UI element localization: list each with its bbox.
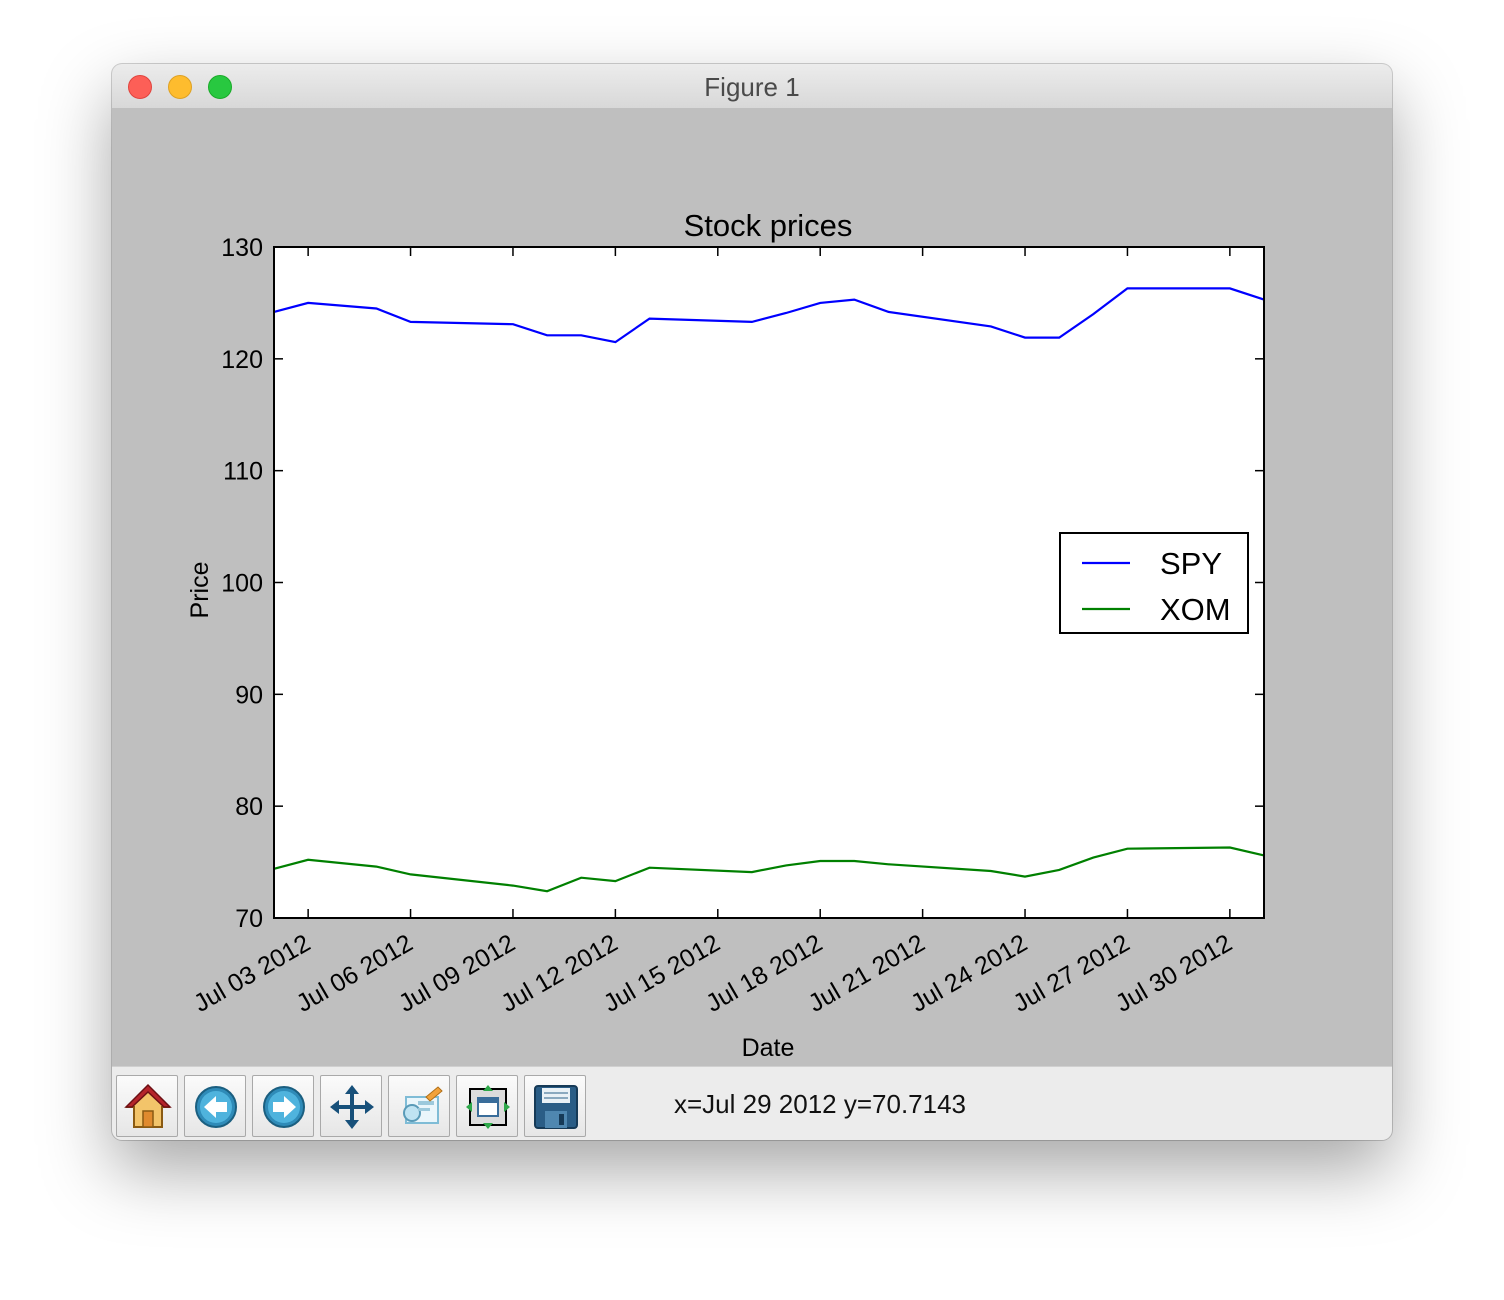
line-chart[interactable]: 70 80 90 100 110 120 130 Jul 03 2012Jul 06 2012… <box>112 108 1392 1066</box>
chart-legend: SPY XOM <box>1059 532 1249 634</box>
cursor-coordinates: x=Jul 29 2012 y=70.7143 <box>674 1089 967 1119</box>
y-tick-label: 80 <box>235 793 263 821</box>
window-title: Figure 1 <box>704 72 800 102</box>
x-tick-label: Jul 09 2012 <box>394 929 520 1018</box>
x-tick-label: Jul 06 2012 <box>292 929 418 1018</box>
x-axis-label: Date <box>742 1034 795 1062</box>
x-tick-label: Jul 18 2012 <box>701 929 827 1018</box>
pan-move-icon <box>330 1085 374 1129</box>
forward-arrow-icon <box>263 1086 305 1128</box>
home-icon <box>124 1083 172 1128</box>
y-tick-label: 120 <box>221 346 263 374</box>
title-bar[interactable]: Figure 1 <box>112 64 1392 109</box>
back-arrow-icon <box>195 1086 237 1128</box>
subplots-button[interactable] <box>456 1075 518 1137</box>
y-tick-label: 70 <box>235 905 263 933</box>
figure-canvas[interactable]: 70 80 90 100 110 120 130 Jul 03 2012 Jul 06 2012… <box>112 108 1392 1066</box>
chart-title: Stock prices <box>684 208 853 243</box>
save-floppy-icon <box>534 1085 578 1129</box>
x-tick-label: Jul 12 2012 <box>496 929 622 1018</box>
legend-label-xom: XOM <box>1160 592 1231 627</box>
home-button[interactable] <box>116 1075 178 1137</box>
legend-label-spy: SPY <box>1160 546 1222 581</box>
subplots-config-icon <box>466 1085 510 1129</box>
save-button[interactable] <box>524 1075 586 1137</box>
y-axis-label: Price <box>186 562 214 619</box>
y-tick-label: 100 <box>221 570 263 598</box>
y-tick-label: 110 <box>223 458 263 486</box>
x-tick-label: Jul 24 2012 <box>906 929 1032 1018</box>
x-tick-label: Jul 03 2012 <box>189 929 315 1018</box>
zoom-rect-icon <box>403 1086 443 1124</box>
navigation-toolbar: x=Jul 29 2012 y=70.7143 <box>112 1066 1392 1140</box>
y-tick-label: 90 <box>235 681 263 709</box>
back-button[interactable] <box>184 1075 246 1137</box>
x-tick-label: Jul 30 2012 <box>1111 929 1237 1018</box>
pan-button[interactable] <box>320 1075 382 1137</box>
figure-window: Figure 1 70 80 90 100 110 120 130 Jul 03 2012 Ju… <box>112 64 1392 1140</box>
x-tick-label: Jul 15 2012 <box>599 929 725 1018</box>
forward-button[interactable] <box>252 1075 314 1137</box>
x-tick-label: Jul 21 2012 <box>804 929 930 1018</box>
x-tick-label: Jul 27 2012 <box>1008 929 1134 1018</box>
zoom-button[interactable] <box>388 1075 450 1137</box>
y-tick-label: 130 <box>221 234 263 262</box>
